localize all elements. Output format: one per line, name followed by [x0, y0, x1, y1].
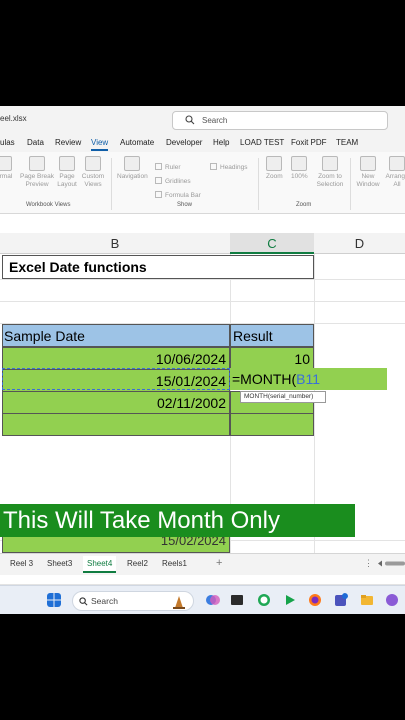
empty-green-cell[interactable]	[230, 413, 314, 436]
windows-taskbar: Search	[0, 585, 405, 614]
file-explorer-icon[interactable]	[360, 593, 374, 607]
normal-view-button[interactable]: ormal	[0, 156, 12, 181]
group-label-zoom: Zoom	[296, 202, 312, 208]
column-header-b[interactable]: B	[0, 233, 230, 254]
more-options-icon[interactable]: ⋮	[364, 558, 373, 569]
taskbar-search-label: Search	[91, 596, 118, 606]
media-player-icon[interactable]	[283, 593, 297, 607]
date-cell[interactable]: 02/11/2002	[2, 391, 230, 414]
excel-window: eel.xlsx Search ulas Data Review View Au…	[0, 106, 405, 614]
search-highlight-icon	[173, 596, 185, 609]
result-cell[interactable]: 10	[230, 347, 314, 370]
zoom-to-selection-button[interactable]: Zoom to Selection	[313, 156, 347, 189]
header-cell-sample-date[interactable]: Sample Date	[2, 324, 230, 347]
file-name: eel.xlsx	[0, 114, 27, 123]
group-separator	[258, 158, 259, 210]
ribbon: ormal Page Break Preview Page Layout Cus…	[0, 152, 405, 214]
ribbon-tabs: ulas Data Review View Automate Developer…	[0, 134, 405, 152]
teams-icon[interactable]	[334, 593, 348, 607]
tab-help[interactable]: Help	[213, 138, 229, 147]
tab-review[interactable]: Review	[55, 138, 81, 147]
group-separator	[111, 158, 112, 210]
sheet-tab-reels1[interactable]: Reels1	[162, 559, 187, 568]
group-separator	[350, 158, 351, 210]
title-bar: eel.xlsx Search	[0, 106, 405, 134]
tab-load-test[interactable]: LOAD TEST	[240, 138, 284, 147]
sheet-tab-reel2[interactable]: Reel2	[127, 559, 148, 568]
sheet-tab-sheet3[interactable]: Sheet3	[47, 559, 72, 568]
gridlines-checkbox[interactable]: Gridlines	[155, 177, 191, 185]
zoom-100-button[interactable]: 100%	[291, 156, 308, 181]
referenced-cell-highlight	[2, 368, 230, 390]
app-icon[interactable]	[385, 593, 399, 607]
tab-automate[interactable]: Automate	[120, 138, 154, 147]
search-placeholder: Search	[202, 116, 228, 125]
column-header-d[interactable]: D	[314, 233, 405, 254]
ruler-checkbox[interactable]: Ruler	[155, 163, 181, 171]
formula-reference: B11	[296, 371, 321, 387]
firefox-icon[interactable]	[308, 593, 322, 607]
gridline	[0, 279, 405, 280]
arrange-all-button[interactable]: Arrange All	[384, 156, 405, 189]
sheet-tab-reel-3[interactable]: Reel 3	[10, 559, 33, 568]
sheet-title-cell[interactable]: Excel Date functions	[2, 255, 314, 279]
function-tooltip: MONTH(serial_number)	[240, 391, 326, 403]
search-icon	[79, 597, 88, 606]
tab-view[interactable]: View	[91, 138, 109, 151]
tab-team[interactable]: TEAM	[336, 138, 358, 147]
custom-views-button[interactable]: Custom Views	[80, 156, 106, 189]
page-break-preview-button[interactable]: Page Break Preview	[20, 156, 54, 189]
navigation-button[interactable]: Navigation	[117, 156, 148, 181]
horizontal-scrollbar[interactable]	[378, 559, 405, 568]
formula-bar-checkbox[interactable]: Formula Bar	[155, 191, 201, 199]
formula-text: =MONTH(	[232, 371, 297, 387]
tab-developer[interactable]: Developer	[166, 138, 202, 147]
headings-checkbox[interactable]: Headings	[210, 163, 247, 171]
tab-formulas[interactable]: ulas	[0, 138, 15, 147]
windows-start-icon[interactable]	[47, 593, 61, 607]
gridline	[0, 301, 405, 302]
copilot-icon[interactable]	[206, 593, 220, 607]
search-box[interactable]: Search	[172, 111, 388, 130]
formula-edit-cell[interactable]: =MONTH(B11	[230, 368, 387, 390]
video-caption: This Will Take Month Only	[0, 504, 355, 537]
group-label-workbook-views: Workbook Views	[26, 202, 71, 208]
column-header-c[interactable]: C	[230, 233, 314, 254]
task-view-icon[interactable]	[230, 593, 244, 607]
taskbar-search[interactable]: Search	[72, 591, 194, 611]
sheet-tab-bar: Reel 3 Sheet3 Sheet4 Reel2 Reels1 + ⋮	[0, 553, 405, 575]
sheet-tab-sheet4[interactable]: Sheet4	[83, 556, 117, 573]
zoom-button[interactable]: Zoom	[266, 156, 283, 181]
page-layout-button[interactable]: Page Layout	[56, 156, 78, 189]
group-label-show: Show	[177, 202, 193, 208]
tab-foxit-pdf[interactable]: Foxit PDF	[291, 138, 327, 147]
whatsapp-icon[interactable]	[257, 593, 271, 607]
tab-data[interactable]: Data	[27, 138, 44, 147]
search-icon	[185, 115, 195, 125]
date-cell[interactable]: 10/06/2024	[2, 347, 230, 370]
new-window-button[interactable]: New Window	[354, 156, 382, 189]
header-cell-result[interactable]: Result	[230, 324, 314, 347]
partial-date-cell[interactable]: 15/02/2024	[2, 537, 230, 553]
add-sheet-icon[interactable]: +	[216, 557, 222, 569]
empty-green-cell[interactable]	[2, 413, 230, 436]
